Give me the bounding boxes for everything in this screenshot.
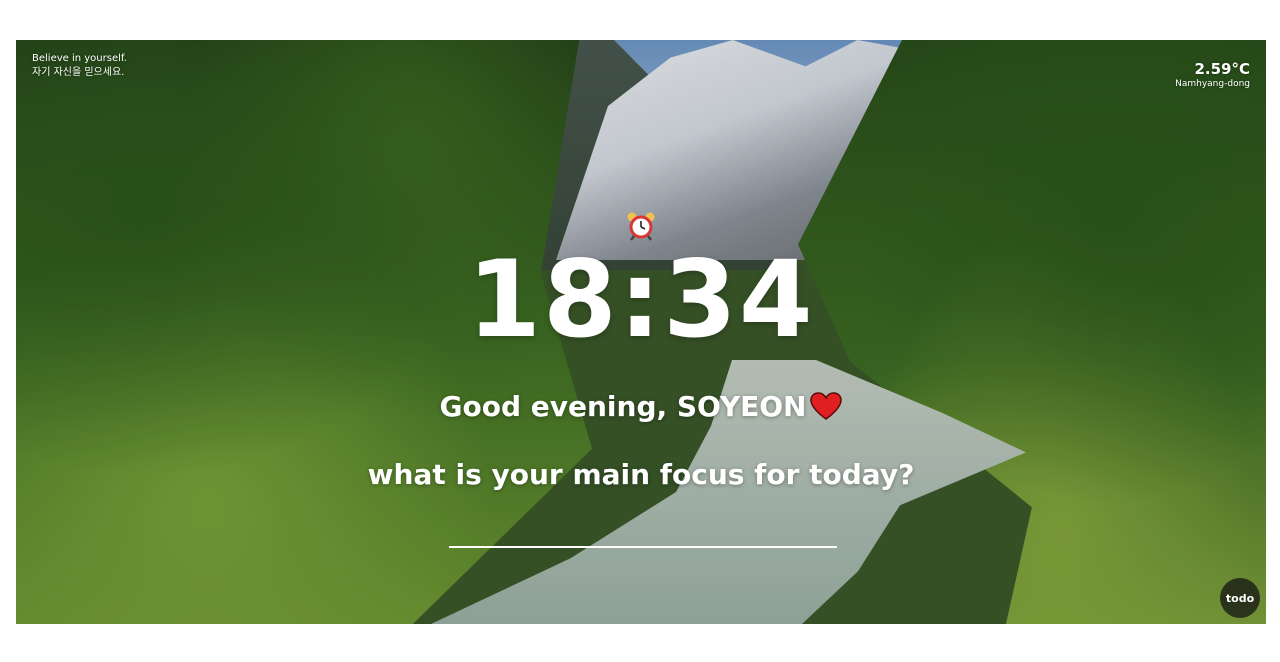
clock-time: 18:34 <box>467 238 815 361</box>
todo-button[interactable]: todo <box>1220 578 1260 618</box>
background-wallpaper: Believe in yourself. 자기 자신을 믿으세요. 2.59°C… <box>16 40 1266 624</box>
quote-english: Believe in yourself. <box>32 53 127 64</box>
greeting: Good evening, SOYEON <box>16 390 1266 423</box>
weather-location: Namhyang-dong <box>1175 79 1250 89</box>
focus-input[interactable] <box>449 518 837 548</box>
weather-widget: 2.59°C Namhyang-dong <box>1175 60 1250 90</box>
focus-prompt: what is your main focus for today? <box>367 458 915 491</box>
quote-korean: 자기 자신을 믿으세요. <box>32 67 125 78</box>
clock: 18:34 <box>16 210 1266 361</box>
quote: Believe in yourself. 자기 자신을 믿으세요. <box>32 52 127 80</box>
weather-temperature: 2.59°C <box>1194 60 1250 78</box>
heart-icon <box>810 392 843 420</box>
greeting-text: Good evening, SOYEON <box>439 390 807 423</box>
